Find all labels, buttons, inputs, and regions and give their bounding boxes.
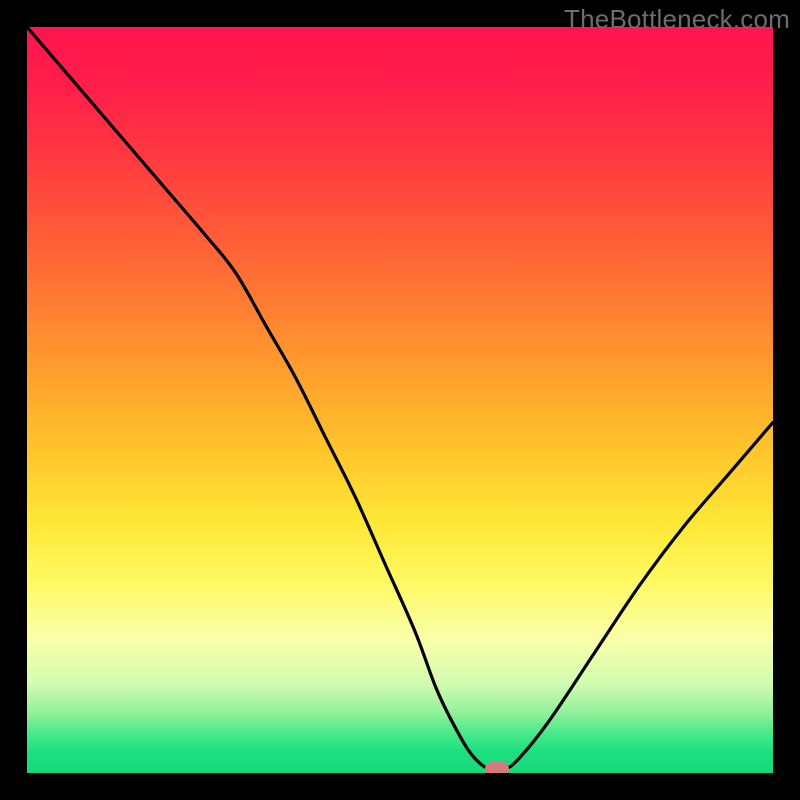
bottleneck-curve — [27, 27, 773, 773]
chart-frame: TheBottleneck.com — [0, 0, 800, 800]
optimal-marker — [485, 762, 509, 773]
plot-area — [27, 27, 773, 773]
watermark-text: TheBottleneck.com — [564, 4, 790, 35]
